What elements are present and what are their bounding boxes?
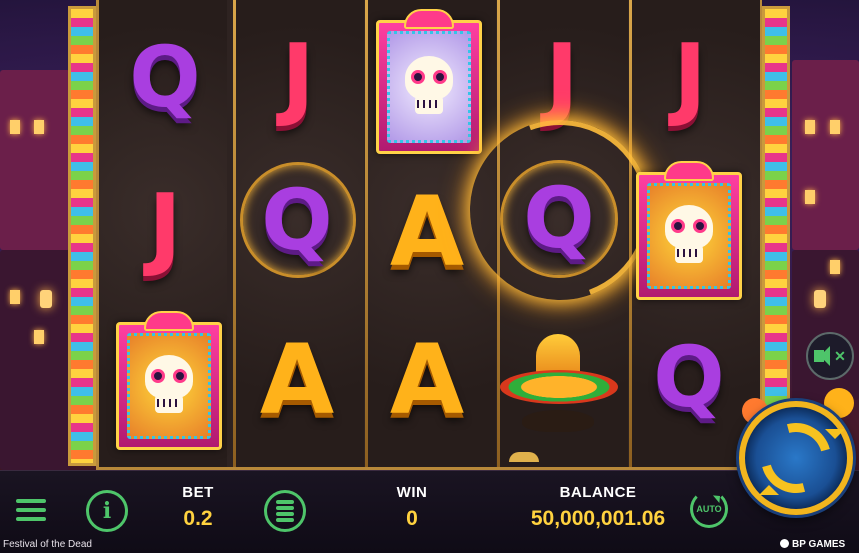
symbol-q: Q [129, 28, 201, 126]
autoplay-label: AUTO [696, 504, 722, 514]
reel-ornament [509, 452, 539, 462]
coin-stack-icon[interactable] [264, 490, 306, 532]
brand-name: BP GAMES [792, 539, 846, 550]
skull-frame-crest [404, 9, 454, 29]
brand-logo: BP GAMES [780, 539, 845, 550]
win-label: WIN [396, 484, 428, 501]
win-value: 0 [406, 507, 418, 530]
autoplay-button[interactable]: AUTO [690, 490, 728, 528]
skull-icon [141, 355, 197, 417]
symbol-a: A [259, 324, 335, 436]
skull-frame-crest [144, 311, 194, 331]
house-right [792, 60, 859, 250]
bet-value: 0.2 [183, 507, 213, 530]
symbol-a: A [389, 324, 465, 436]
game-title: Festival of the Dead [3, 539, 92, 550]
balance-display: BALANCE 50,000,001.06 [498, 484, 698, 531]
skull-frame-crest [664, 161, 714, 181]
symbol-skull-yellow [116, 311, 222, 450]
skull-icon [401, 56, 457, 118]
symbol-q: Q [261, 171, 333, 269]
symbol-j: J [281, 24, 315, 130]
symbol-j: J [673, 24, 707, 130]
sound-toggle-button[interactable]: ✕ [806, 332, 854, 380]
hamburger-menu-icon[interactable] [14, 496, 48, 524]
symbol-j: J [545, 24, 579, 130]
decorative-ribbon-right [762, 6, 790, 466]
info-icon[interactable]: i [86, 490, 128, 532]
bet-display: BET 0.2 [162, 484, 234, 531]
symbol-j: J [148, 174, 182, 280]
balance-value: 50,000,001.06 [530, 507, 666, 530]
decorative-ribbon-left [68, 6, 96, 466]
symbol-skull-white [376, 9, 482, 154]
symbol-skull-yellow [636, 161, 742, 300]
win-display: WIN 0 [376, 484, 448, 531]
symbol-a: A [389, 176, 465, 288]
sound-muted-icon [814, 346, 831, 366]
spin-button[interactable] [739, 401, 853, 515]
house-left-lower [0, 250, 70, 470]
balance-label: BALANCE [559, 484, 637, 501]
skull-icon [661, 205, 717, 267]
symbol-sombrero [496, 326, 622, 446]
symbol-q: Q [523, 169, 595, 267]
bet-label: BET [182, 484, 214, 501]
symbol-q: Q [653, 328, 725, 426]
house-left [0, 70, 70, 250]
